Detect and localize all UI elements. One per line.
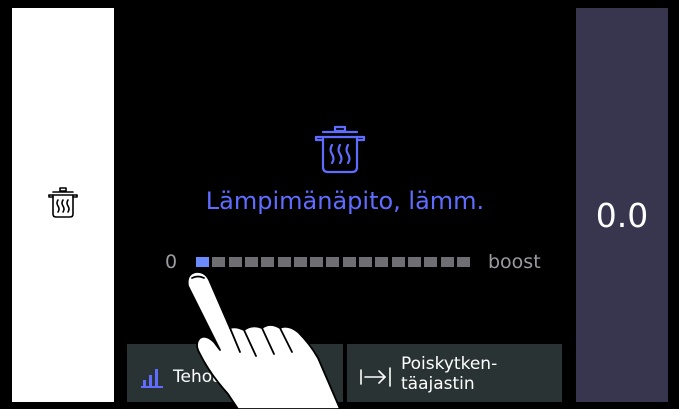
cooking-mode-title: Lämpimänäpito, lämm. (205, 187, 485, 215)
timer-label-line-2: täajastin (401, 374, 475, 394)
power-level-segment[interactable] (392, 257, 405, 267)
power-level-segment[interactable] (457, 257, 470, 267)
cooking-pot-icon (314, 125, 366, 174)
power-level-segment[interactable] (408, 257, 421, 267)
left-zone-panel[interactable] (12, 8, 114, 402)
switch-off-timer-label: Poiskytken- täajastin (401, 354, 551, 394)
power-level-segment[interactable] (441, 257, 454, 267)
power-scale-min-label: 0 (164, 251, 178, 273)
right-zone-panel[interactable]: 0.0 (576, 8, 668, 402)
cooktop-display: Lämpimänäpito, lämm. 0 boost 0.0 Tehoa P… (0, 0, 679, 409)
cooking-pot-icon (48, 187, 78, 218)
bar-chart-icon (141, 369, 163, 388)
power-scale-max-label: boost (488, 251, 541, 273)
power-level-segment[interactable] (424, 257, 437, 267)
timer-label-line-1: Poiskytken- (401, 354, 498, 374)
touch-hand-icon (186, 271, 341, 409)
zone-power-value: 0.0 (595, 196, 649, 235)
